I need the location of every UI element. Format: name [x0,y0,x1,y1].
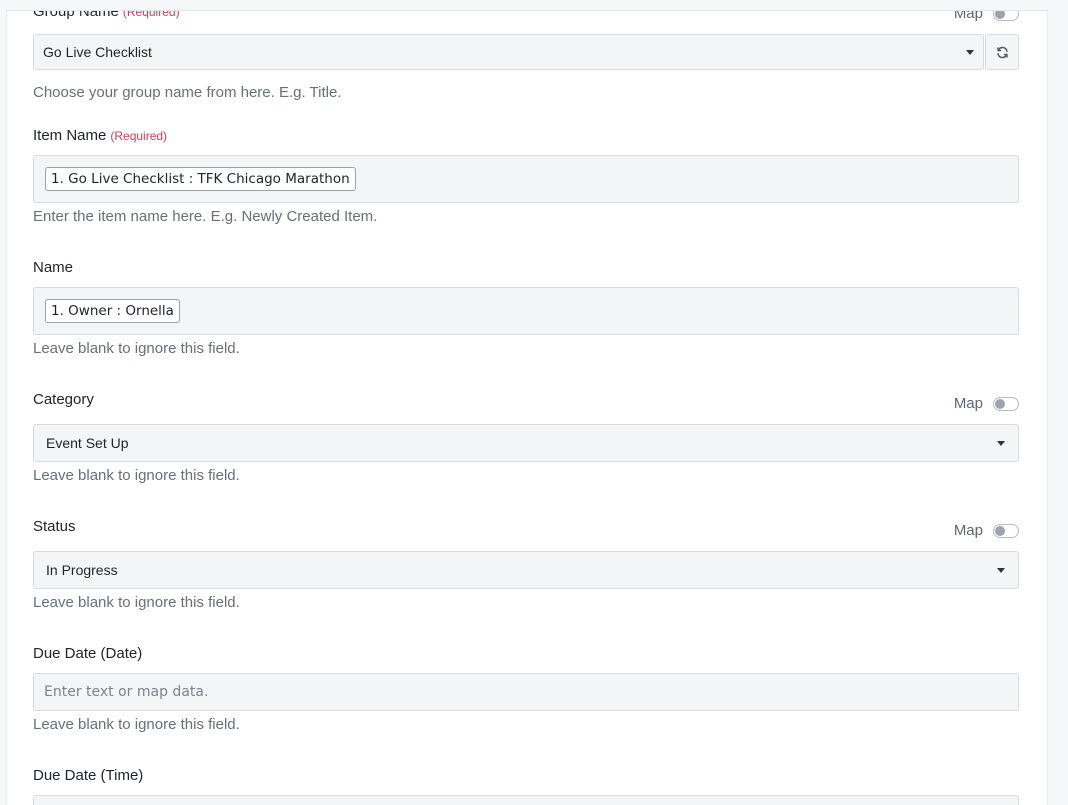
required-marker: (Required) [110,129,168,143]
group-name-label: Group Name (Required) [33,10,180,20]
status-help: Leave blank to ignore this field. [33,594,240,611]
toggle-knob [995,525,1005,536]
refresh-icon [996,46,1008,58]
chevron-down-icon [966,50,974,55]
due-date-field: Due Date (Date) Leave blank to ignore th… [33,643,1019,733]
due-date-help: Leave blank to ignore this field. [33,716,240,733]
group-name-select[interactable]: Go Live Checklist [33,34,984,70]
status-map-toggle[interactable]: Map [954,522,1019,539]
mapped-tag[interactable]: 1. Owner : Ornella [45,299,180,323]
item-name-help: Enter the item name here. E.g. Newly Cre… [33,208,378,225]
group-name-value: Go Live Checklist [43,44,152,60]
toggle-knob [995,11,1005,19]
name-field: Name 1. Owner : Ornella Leave blank to i… [33,257,1019,357]
due-time-label: Due Date (Time) [33,767,144,784]
status-value: In Progress [46,562,118,578]
chevron-down-icon [997,568,1005,573]
toggle-switch[interactable] [993,396,1019,411]
status-field: Status Map In Progress Leave blank to ig… [33,516,1019,611]
group-name-help: Choose your group name from here. E.g. T… [33,84,342,101]
category-select[interactable]: Event Set Up [33,424,1019,462]
name-help: Leave blank to ignore this field. [33,340,240,357]
required-marker: (Required) [122,10,180,19]
category-help: Leave blank to ignore this field. [33,467,240,484]
category-label: Category [33,391,94,408]
name-input[interactable]: 1. Owner : Ornella [33,287,1019,335]
toggle-switch[interactable] [993,11,1019,21]
name-label: Name [33,259,74,276]
refresh-button[interactable] [985,34,1019,70]
due-date-label: Due Date (Date) [33,645,143,662]
category-map-toggle[interactable]: Map [954,395,1019,412]
chevron-down-icon [997,441,1005,446]
item-name-input[interactable]: 1. Go Live Checklist : TFK Chicago Marat… [33,155,1019,203]
item-name-field: Item Name (Required) 1. Go Live Checklist… [33,125,1019,225]
status-select[interactable]: In Progress [33,551,1019,589]
item-name-label: Item Name (Required) [33,127,168,144]
toggle-switch[interactable] [993,523,1019,538]
map-label: Map [953,522,983,539]
form-panel: Group Name (Required) Map Go Live Checkli… [6,10,1048,805]
map-label: Map [953,10,983,22]
toggle-knob [995,398,1005,409]
category-value: Event Set Up [46,435,129,451]
due-date-input[interactable] [33,673,1019,711]
mapped-tag[interactable]: 1. Go Live Checklist : TFK Chicago Marat… [45,167,356,191]
group-name-field: Group Name (Required) Map Go Live Checkli… [33,10,1019,101]
status-label: Status [33,518,76,535]
map-label: Map [953,395,983,412]
due-time-field: Due Date (Time) [33,765,1019,805]
group-name-map-toggle[interactable]: Map [953,10,1019,22]
category-field: Category Map Event Set Up Leave blank to… [33,389,1019,484]
